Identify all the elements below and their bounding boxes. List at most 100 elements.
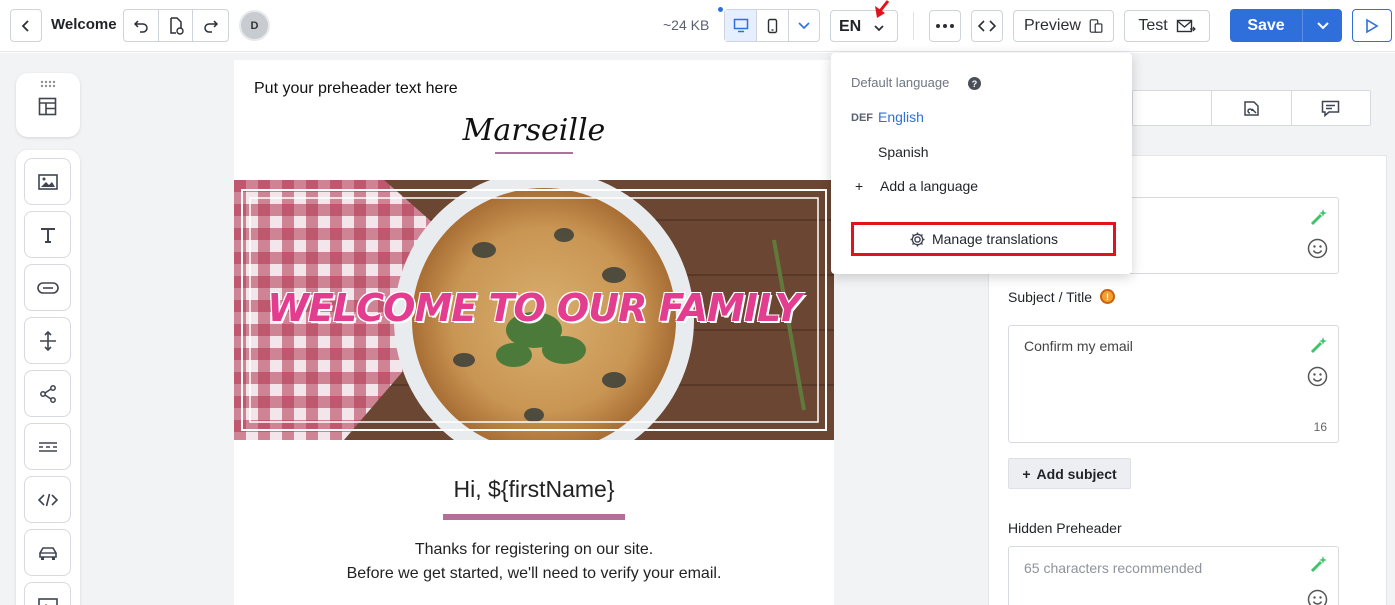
language-code: EN	[839, 18, 862, 35]
language-option-spanish[interactable]: Spanish	[878, 144, 929, 160]
magic-wand-icon[interactable]	[1310, 208, 1328, 226]
emoji-icon[interactable]	[1307, 589, 1328, 605]
preview-label: Preview	[1024, 17, 1081, 34]
history-group	[123, 9, 229, 42]
text-block-tool[interactable]	[24, 211, 71, 258]
tab-settings[interactable]	[1133, 91, 1211, 125]
top-bar: Welcome D ~24 KB EN Preview Test Save	[0, 0, 1395, 52]
desktop-view-button[interactable]	[725, 10, 757, 41]
plus-icon: +	[1022, 465, 1031, 482]
gear-icon	[910, 232, 925, 246]
preheader-field[interactable]: 65 characters recommended	[1008, 546, 1339, 605]
page-title: Welcome	[51, 16, 117, 33]
undo-button[interactable]	[124, 10, 159, 41]
email-size: ~24 KB	[663, 17, 710, 33]
emoji-icon[interactable]	[1307, 366, 1328, 387]
brand-logo[interactable]: Marseille	[234, 113, 834, 148]
social-block-tool[interactable]	[24, 370, 71, 417]
html-block-tool[interactable]	[24, 476, 71, 523]
banner-block-tool[interactable]	[24, 582, 71, 605]
image-block-tool[interactable]	[24, 158, 71, 205]
mobile-icon	[767, 18, 778, 33]
blocks-toolbar	[16, 150, 80, 605]
share-icon	[39, 384, 56, 403]
body-line-2: Before we get started, we'll need to ver…	[346, 565, 722, 582]
magic-wand-icon[interactable]	[1310, 336, 1328, 354]
save-button[interactable]: Save	[1230, 9, 1303, 42]
email-canvas[interactable]: Put your preheader text here Marseille W…	[234, 60, 834, 605]
amp-block-tool[interactable]	[24, 529, 71, 576]
add-subject-label: Add subject	[1036, 465, 1117, 482]
avatar[interactable]: D	[239, 10, 270, 41]
default-tag: DEF	[851, 112, 873, 124]
undo-icon	[133, 19, 148, 33]
manage-translations-button[interactable]: Manage translations	[851, 222, 1116, 256]
preheader-label: Hidden Preheader	[1008, 520, 1122, 536]
default-language-heading: Default language	[851, 75, 950, 90]
send-mail-icon	[1176, 19, 1196, 33]
code-view-button[interactable]	[971, 10, 1003, 42]
save-split-button: Save	[1230, 9, 1342, 42]
button-block-tool[interactable]	[24, 264, 71, 311]
file-history-icon	[169, 16, 184, 35]
greeting-divider	[443, 514, 625, 520]
language-dropdown: Default language ? DEF English Spanish +…	[831, 53, 1132, 274]
spacer-icon	[39, 330, 56, 351]
banner-icon	[37, 597, 58, 605]
add-language-option[interactable]: Add a language	[880, 178, 978, 194]
save-options-button[interactable]	[1303, 9, 1342, 42]
more-options-button[interactable]	[929, 10, 961, 42]
preheader-text[interactable]: Put your preheader text here	[254, 80, 458, 98]
subject-field[interactable]: Confirm my email 16	[1008, 325, 1339, 443]
device-toggle	[724, 9, 820, 42]
emoji-icon[interactable]	[1307, 238, 1328, 259]
tab-appearance[interactable]	[1211, 91, 1290, 125]
tab-comments[interactable]	[1290, 91, 1370, 125]
chevron-down-icon	[798, 21, 810, 29]
subject-label: Subject / Title	[1008, 289, 1093, 305]
pointer-arrow-icon	[870, 0, 892, 29]
subject-char-count: 16	[1313, 420, 1327, 434]
drag-handle-icon[interactable]	[40, 80, 56, 88]
magic-wand-icon[interactable]	[1310, 555, 1328, 573]
subject-value: Confirm my email	[1024, 338, 1133, 354]
device-options-button[interactable]	[789, 10, 819, 41]
greeting-heading[interactable]: Hi, ${firstName}	[234, 476, 834, 503]
plus-icon: +	[855, 178, 864, 194]
test-button[interactable]: Test	[1124, 10, 1210, 42]
version-history-button[interactable]	[159, 10, 194, 41]
code-icon	[37, 493, 58, 506]
comment-icon	[1322, 100, 1340, 117]
body-line-1: Thanks for registering on our site.	[414, 541, 654, 558]
chevron-down-icon	[1316, 21, 1329, 29]
logo-underline	[495, 152, 573, 154]
preview-button[interactable]: Preview	[1013, 10, 1114, 42]
layout-blocks-icon	[38, 97, 57, 116]
manage-translations-label: Manage translations	[931, 231, 1059, 247]
redo-button[interactable]	[193, 10, 228, 41]
run-button[interactable]	[1352, 9, 1392, 42]
body-text[interactable]: Thanks for registering on our site. Befo…	[234, 538, 834, 586]
back-button[interactable]	[10, 9, 42, 42]
test-label: Test	[1138, 17, 1168, 34]
help-icon[interactable]: ?	[968, 77, 981, 90]
structures-panel-button[interactable]	[16, 73, 80, 137]
language-option-english[interactable]: English	[878, 109, 924, 125]
hero-image[interactable]: WELCOME TO OUR FAMILY	[234, 180, 834, 440]
spacer-block-tool[interactable]	[24, 317, 71, 364]
image-icon	[37, 173, 58, 190]
hero-headline: WELCOME TO OUR FAMILY	[267, 286, 802, 330]
redo-icon	[203, 19, 218, 33]
settings-tabs	[1132, 90, 1371, 126]
preview-device-icon	[1089, 19, 1103, 33]
menu-icon	[38, 441, 57, 452]
toolbar-divider	[913, 12, 914, 40]
add-subject-button[interactable]: + Add subject	[1008, 458, 1131, 489]
preheader-placeholder: 65 characters recommended	[1024, 560, 1203, 576]
paint-icon	[1244, 100, 1259, 116]
info-icon[interactable]: !	[1100, 289, 1115, 304]
mobile-view-button[interactable]	[757, 10, 789, 41]
menu-block-tool[interactable]	[24, 423, 71, 470]
car-icon	[38, 546, 57, 560]
chevron-left-icon	[21, 19, 29, 32]
